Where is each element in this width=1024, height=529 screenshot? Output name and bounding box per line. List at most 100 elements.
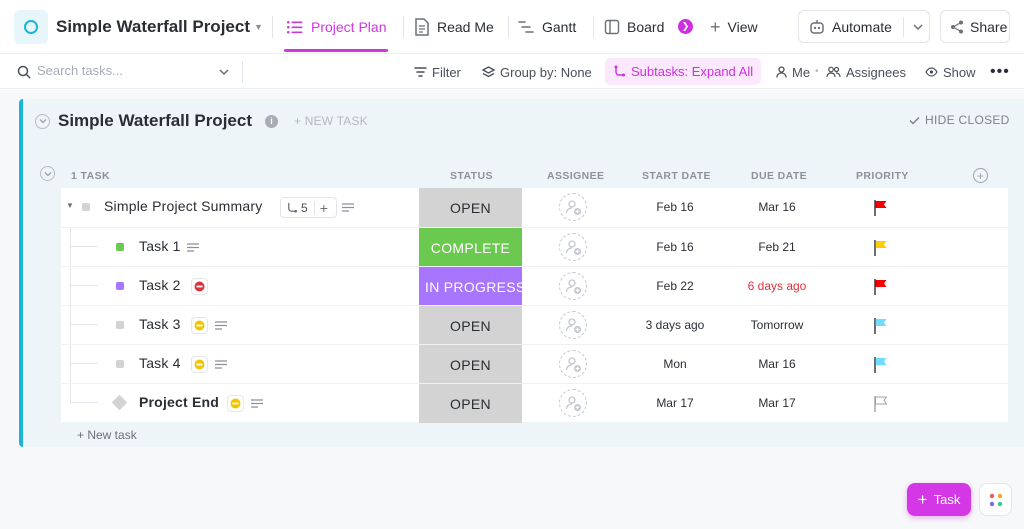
milestone-diamond-icon[interactable] (111, 394, 128, 411)
collapse-chevron-icon[interactable] (35, 113, 50, 129)
status-pill[interactable]: OPEN (419, 188, 522, 227)
subtask-count-badge[interactable]: 5 + (280, 197, 337, 218)
collapse-chevron-icon[interactable] (40, 166, 55, 181)
status-square-icon[interactable] (82, 203, 90, 211)
status-square-icon[interactable] (116, 321, 124, 329)
task-count-label: 1 TASK (71, 170, 110, 182)
divider (403, 16, 404, 38)
assignee-placeholder-icon[interactable] (559, 272, 587, 300)
expand-caret-icon[interactable]: ▼ (66, 201, 74, 210)
info-icon[interactable]: i (264, 114, 278, 128)
project-title[interactable]: Simple Waterfall Project ▼ (56, 17, 263, 37)
due-date[interactable]: Mar 16 (727, 357, 827, 371)
column-header-status[interactable]: STATUS (450, 170, 493, 182)
automate-button[interactable]: Automate (798, 10, 930, 43)
group-by-button[interactable]: Group by: None (482, 55, 592, 89)
assignee-placeholder-icon[interactable] (559, 350, 587, 378)
description-icon[interactable] (251, 399, 263, 408)
description-icon[interactable] (215, 321, 227, 330)
new-task-button[interactable]: + New task (77, 428, 137, 442)
tab-read-me[interactable]: Read Me (414, 0, 494, 54)
column-header-priority[interactable]: PRIORITY (856, 170, 909, 182)
table-row[interactable]: Task 4 OPEN Mon Mar 16 (61, 344, 1008, 384)
description-icon[interactable] (187, 243, 199, 252)
due-date[interactable]: Mar 17 (727, 396, 827, 410)
tab-gantt[interactable]: Gantt (517, 0, 576, 54)
due-date[interactable]: 6 days ago (727, 279, 827, 293)
users-icon (826, 66, 841, 78)
task-name[interactable]: Simple Project Summary (104, 198, 262, 214)
assignee-placeholder-icon[interactable] (559, 233, 587, 261)
assignee-placeholder-icon[interactable] (559, 311, 587, 339)
status-square-icon[interactable] (116, 282, 124, 290)
waiting-icon[interactable] (227, 395, 244, 412)
start-date[interactable]: Mar 17 (625, 396, 725, 410)
more-options-icon[interactable]: ••• (990, 55, 1010, 89)
task-name[interactable]: Task 3 (139, 316, 181, 332)
caret-down-icon[interactable]: ▼ (254, 22, 263, 32)
assignees-button[interactable]: Assignees (826, 55, 906, 89)
status-pill[interactable]: OPEN (419, 345, 522, 384)
table-row[interactable]: Task 1 COMPLETE Feb 16 Feb 21 (61, 227, 1008, 267)
column-header-due-date[interactable]: DUE DATE (751, 170, 807, 182)
due-date[interactable]: Feb 21 (727, 240, 827, 254)
priority-flag-icon[interactable] (873, 395, 889, 413)
priority-flag-icon[interactable] (873, 278, 889, 296)
tab-project-plan[interactable]: Project Plan (283, 0, 389, 54)
add-column-icon[interactable]: + (973, 168, 988, 183)
assignee-placeholder-icon[interactable] (559, 193, 587, 221)
search-input[interactable]: Search tasks... (37, 63, 123, 78)
show-button[interactable]: Show (925, 55, 976, 89)
task-name[interactable]: Project End (139, 394, 219, 410)
start-date[interactable]: Mon (625, 357, 725, 371)
hide-closed-button[interactable]: HIDE CLOSED (909, 113, 1010, 127)
share-button[interactable]: Share (940, 10, 1010, 43)
chevron-down-icon[interactable] (218, 66, 230, 78)
apps-grid-icon[interactable] (979, 483, 1012, 516)
waiting-icon[interactable] (191, 356, 208, 373)
status-square-icon[interactable] (116, 243, 124, 251)
start-date[interactable]: Feb 16 (625, 200, 725, 214)
start-date[interactable]: 3 days ago (625, 318, 725, 332)
blocked-icon[interactable] (191, 278, 208, 295)
column-header-assignee[interactable]: ASSIGNEE (547, 170, 604, 182)
filter-button[interactable]: Filter (414, 55, 461, 89)
chevron-down-icon[interactable] (912, 21, 924, 33)
new-task-button[interactable]: + NEW TASK (294, 114, 368, 128)
column-header-start-date[interactable]: START DATE (642, 170, 711, 182)
add-view-button[interactable]: + View (710, 0, 758, 54)
priority-flag-icon[interactable] (873, 356, 889, 374)
divider (593, 16, 594, 38)
start-date[interactable]: Feb 16 (625, 240, 725, 254)
task-name[interactable]: Task 2 (139, 277, 181, 293)
table-row[interactable]: Project End OPEN Mar 17 Mar 17 (61, 383, 1008, 423)
description-icon[interactable] (342, 203, 354, 212)
add-task-fab[interactable]: + Task (907, 483, 971, 516)
status-pill[interactable]: OPEN (419, 384, 522, 423)
table-row[interactable]: ▼ Simple Project Summary 5 + OPEN Feb 16… (61, 188, 1008, 227)
task-name[interactable]: Task 4 (139, 355, 181, 371)
tab-board[interactable]: Board (604, 0, 664, 54)
task-name[interactable]: Task 1 (139, 238, 181, 254)
project-icon[interactable] (14, 10, 48, 44)
due-date[interactable]: Tomorrow (727, 318, 827, 332)
priority-flag-icon[interactable] (873, 317, 889, 335)
more-views-icon[interactable]: ❯ (678, 19, 693, 34)
status-pill[interactable]: OPEN (419, 306, 522, 345)
description-icon[interactable] (215, 360, 227, 369)
start-date[interactable]: Feb 22 (625, 279, 725, 293)
check-icon (909, 116, 920, 125)
plus-icon[interactable]: + (320, 201, 328, 215)
me-filter-button[interactable]: Me (776, 55, 810, 89)
status-square-icon[interactable] (116, 360, 124, 368)
waiting-icon[interactable] (191, 317, 208, 334)
priority-flag-icon[interactable] (873, 239, 889, 257)
status-pill[interactable]: COMPLETE (419, 228, 522, 267)
due-date[interactable]: Mar 16 (727, 200, 827, 214)
table-row[interactable]: Task 3 OPEN 3 days ago Tomorrow (61, 305, 1008, 345)
status-pill[interactable]: IN PROGRESS (419, 267, 522, 306)
assignee-placeholder-icon[interactable] (559, 389, 587, 417)
table-row[interactable]: Task 2 IN PROGRESS Feb 22 6 days ago (61, 266, 1008, 306)
subtasks-expand-button[interactable]: Subtasks: Expand All (605, 58, 762, 85)
priority-flag-icon[interactable] (873, 199, 889, 217)
